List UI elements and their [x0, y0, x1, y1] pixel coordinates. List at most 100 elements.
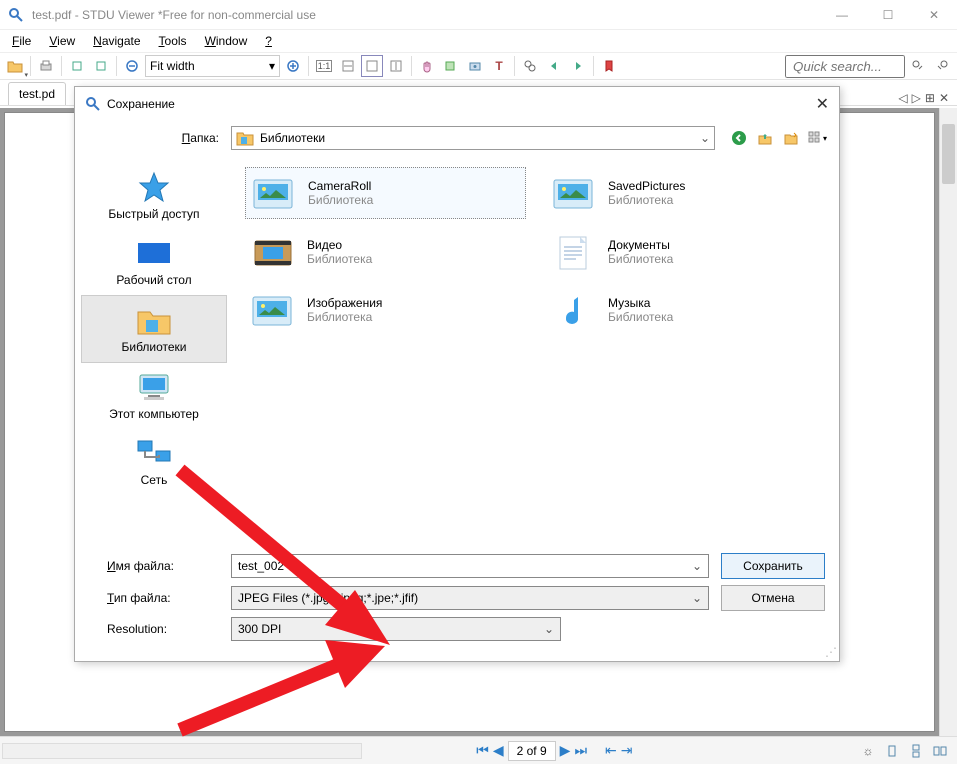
open-button[interactable]: ▾: [4, 55, 26, 77]
filename-label: Имя файла:: [89, 559, 219, 573]
library-images[interactable]: ИзображенияБиблиотека: [245, 285, 526, 335]
app-icon: [85, 96, 101, 112]
video-library-icon: [249, 231, 297, 273]
next-page-button[interactable]: ▶: [560, 742, 571, 759]
fit-height-button[interactable]: [385, 55, 407, 77]
dialog-close-button[interactable]: ✕: [816, 94, 829, 114]
library-savedpictures[interactable]: SavedPicturesБиблиотека: [546, 167, 827, 219]
find-button[interactable]: [519, 55, 541, 77]
menu-tools[interactable]: Tools: [151, 32, 195, 50]
music-library-icon: [550, 289, 598, 331]
chevron-down-icon: ⌄: [700, 131, 710, 145]
last-page-button[interactable]: ⏭: [574, 742, 587, 759]
prev-page-button[interactable]: ◀: [493, 742, 504, 759]
place-libraries[interactable]: Библиотеки: [81, 295, 227, 363]
menu-navigate[interactable]: Navigate: [85, 32, 148, 50]
up-nav-icon[interactable]: [755, 128, 775, 148]
new-folder-icon[interactable]: [781, 128, 801, 148]
libraries-icon: [134, 304, 174, 336]
rotate-right-button[interactable]: [90, 55, 112, 77]
view-menu-icon[interactable]: ▾: [807, 128, 827, 148]
cancel-button[interactable]: Отмена: [721, 585, 825, 611]
maximize-button[interactable]: ☐: [865, 0, 911, 30]
vertical-scrollbar[interactable]: [939, 108, 957, 736]
dim-button[interactable]: ☼: [857, 740, 879, 762]
filetype-combo[interactable]: JPEG Files (*.jpg;*.jpeg;*.jpe;*.jfif)⌄: [231, 586, 709, 610]
place-desktop[interactable]: Рабочий стол: [75, 229, 233, 295]
hand-tool-button[interactable]: [416, 55, 438, 77]
zoom-combo[interactable]: Fit width▾: [145, 55, 280, 77]
forward-button[interactable]: [567, 55, 589, 77]
chevron-down-icon: ⌄: [692, 559, 702, 573]
tab-grid-icon[interactable]: ⊞: [925, 91, 935, 105]
two-page-button[interactable]: [929, 740, 951, 762]
rotate-left-button[interactable]: [66, 55, 88, 77]
library-documents[interactable]: ДокументыБиблиотека: [546, 227, 827, 277]
horizontal-scrollbar[interactable]: [2, 743, 362, 759]
chevron-down-icon: ⌄: [692, 591, 702, 605]
menu-file[interactable]: File: [4, 32, 39, 50]
bookmark-button[interactable]: [598, 55, 620, 77]
print-button[interactable]: [35, 55, 57, 77]
zoom-out-button[interactable]: [121, 55, 143, 77]
resize-grip-icon[interactable]: ⋰: [825, 645, 837, 659]
menu-bar: File View Navigate Tools Window ?: [0, 30, 957, 52]
place-network[interactable]: Сеть: [75, 429, 233, 495]
page-indicator[interactable]: 2 of 9: [508, 741, 556, 761]
menu-window[interactable]: Window: [197, 32, 256, 50]
library-cameraroll[interactable]: CameraRollБиблиотека: [245, 167, 526, 219]
save-dialog: Сохранение ✕ Папка: Библиотеки ⌄ ▾ Быстр…: [74, 86, 840, 662]
file-list: CameraRollБиблиотека SavedPicturesБиблио…: [233, 155, 839, 545]
save-button[interactable]: Сохранить: [721, 553, 825, 579]
menu-view[interactable]: View: [41, 32, 83, 50]
first-page-button[interactable]: ⏮: [476, 742, 489, 759]
chevron-down-icon: ⌄: [544, 622, 554, 636]
quick-search-input[interactable]: [785, 55, 905, 78]
picture-library-icon: [250, 172, 298, 214]
fit-actual-button[interactable]: 1:1: [313, 55, 335, 77]
network-icon: [134, 437, 174, 469]
app-icon: [8, 7, 24, 23]
folder-combo[interactable]: Библиотеки ⌄: [231, 126, 715, 150]
search-next-button[interactable]: [931, 55, 953, 77]
resolution-label: Resolution:: [89, 622, 219, 636]
dialog-titlebar: Сохранение ✕: [75, 87, 839, 121]
resolution-combo[interactable]: 300 DPI⌄: [231, 617, 561, 641]
picture-library-icon: [550, 172, 598, 214]
filename-input[interactable]: test_002⌄: [231, 554, 709, 578]
nav-back-button[interactable]: ⇤: [605, 742, 617, 759]
dialog-title: Сохранение: [107, 97, 816, 111]
place-this-pc[interactable]: Этот компьютер: [75, 363, 233, 429]
continuous-button[interactable]: [905, 740, 927, 762]
fit-page-button[interactable]: [361, 55, 383, 77]
close-button[interactable]: ✕: [911, 0, 957, 30]
zoom-in-button[interactable]: [282, 55, 304, 77]
nav-fwd-button[interactable]: ⇥: [621, 742, 633, 759]
document-library-icon: [550, 231, 598, 273]
star-icon: [134, 171, 174, 203]
picture-library-icon: [249, 289, 297, 331]
library-music[interactable]: МузыкаБиблиотека: [546, 285, 827, 335]
desktop-icon: [134, 237, 174, 269]
snapshot-button[interactable]: [464, 55, 486, 77]
libraries-icon: [236, 130, 254, 146]
library-video[interactable]: ВидеоБиблиотека: [245, 227, 526, 277]
places-bar: Быстрый доступ Рабочий стол Библиотеки Э…: [75, 155, 233, 545]
filetype-label: Тип файла:: [89, 591, 219, 605]
fit-width-button[interactable]: [337, 55, 359, 77]
tab-close-icon[interactable]: ✕: [939, 91, 949, 105]
tab-next-icon[interactable]: ▷: [912, 91, 921, 105]
select-tool-button[interactable]: [440, 55, 462, 77]
tab-prev-icon[interactable]: ◁: [898, 91, 907, 105]
back-button[interactable]: [543, 55, 565, 77]
place-quick-access[interactable]: Быстрый доступ: [75, 163, 233, 229]
toolbar: ▾ Fit width▾ 1:1 T: [0, 52, 957, 80]
back-nav-icon[interactable]: [729, 128, 749, 148]
single-page-button[interactable]: [881, 740, 903, 762]
search-prev-button[interactable]: [907, 55, 929, 77]
window-title: test.pdf - STDU Viewer *Free for non-com…: [32, 8, 819, 22]
text-tool-button[interactable]: T: [488, 55, 510, 77]
minimize-button[interactable]: —: [819, 0, 865, 30]
menu-help[interactable]: ?: [257, 32, 280, 50]
document-tab[interactable]: test.pd: [8, 82, 66, 105]
